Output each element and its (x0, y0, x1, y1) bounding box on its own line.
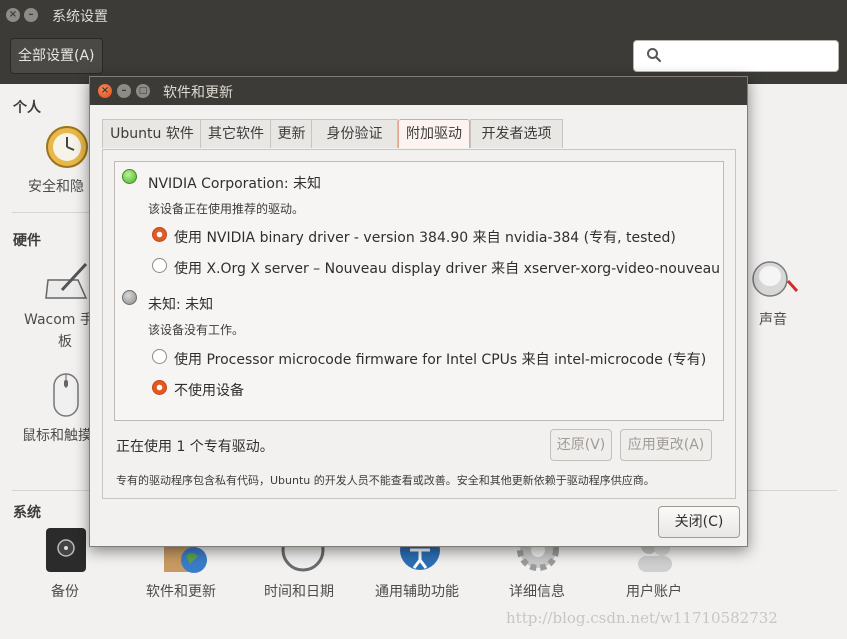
tab-other-software[interactable]: 其它软件 (200, 119, 272, 148)
section-divider (12, 212, 90, 213)
tab-ubuntu-software[interactable]: Ubuntu 软件 (102, 119, 202, 148)
tab-additional-drivers[interactable]: 附加驱动 (398, 119, 470, 148)
privacy-item-label[interactable]: 安全和隐 (28, 176, 84, 196)
accessibility-item-label[interactable]: 通用辅助功能 (375, 581, 459, 601)
apply-changes-button[interactable]: 应用更改(A) (620, 429, 712, 461)
device-status-gray-led-icon (122, 290, 137, 305)
software-updates-item-label[interactable]: 软件和更新 (146, 581, 216, 601)
user-accounts-item-label[interactable]: 用户账户 (626, 581, 682, 601)
backup-item-label[interactable]: 备份 (51, 581, 79, 601)
option-label[interactable]: 使用 X.Org X server – Nouveau display driv… (174, 258, 723, 278)
mouse-icon[interactable] (52, 372, 80, 422)
section-hardware: 硬件 (13, 233, 41, 249)
dialog-titlebar: × – □ 软件和更新 (90, 77, 747, 105)
close-button[interactable]: 关闭(C) (658, 506, 740, 538)
radio-nouveau-driver[interactable] (152, 258, 167, 273)
section-system: 系统 (13, 505, 41, 521)
sound-icon[interactable] (750, 259, 799, 303)
settings-window-title: 系统设置 (52, 9, 108, 25)
search-field[interactable] (633, 40, 839, 72)
driver-list: NVIDIA Corporation: 未知 该设备正在使用推荐的驱动。 使用 … (114, 161, 724, 421)
privacy-icon[interactable] (44, 124, 90, 174)
radio-intel-microcode[interactable] (152, 349, 167, 364)
watermark: http://blog.csdn.net/w11710582732 (506, 609, 778, 627)
minimize-icon[interactable]: – (117, 84, 131, 98)
close-icon[interactable]: × (98, 84, 112, 98)
minimize-icon[interactable]: – (24, 8, 38, 22)
dialog-title: 软件和更新 (163, 85, 233, 101)
search-icon (647, 48, 662, 63)
device-status-green-led-icon (122, 169, 137, 184)
close-icon[interactable]: × (6, 8, 20, 22)
tab-authentication[interactable]: 身份验证 (311, 119, 398, 148)
device-title: NVIDIA Corporation: 未知 (148, 176, 321, 192)
mouse-item-label[interactable]: 鼠标和触摸 (22, 425, 92, 445)
settings-titlebar: × – 系统设置 (0, 0, 847, 30)
proprietary-driver-note: 专有的驱动程序包含私有代码，Ubuntu 的开发人员不能查看或改善。安全和其他更… (116, 474, 655, 487)
driver-status-line: 正在使用 1 个专有驱动。 (116, 439, 274, 455)
backup-safe-icon[interactable] (44, 526, 88, 578)
maximize-icon[interactable]: □ (136, 84, 150, 98)
tab-updates[interactable]: 更新 (270, 119, 313, 148)
additional-drivers-pane: NVIDIA Corporation: 未知 该设备正在使用推荐的驱动。 使用 … (102, 149, 736, 499)
device-title: 未知: 未知 (148, 297, 214, 313)
wacom-item-label[interactable]: Wacom 手 (24, 309, 94, 329)
revert-button[interactable]: 还原(V) (550, 429, 612, 461)
date-time-item-label[interactable]: 时间和日期 (264, 581, 334, 601)
device-status: 该设备没有工作。 (148, 323, 245, 337)
search-input[interactable] (670, 45, 834, 69)
tab-developer-options[interactable]: 开发者选项 (470, 119, 563, 148)
wacom-tablet-icon[interactable] (44, 260, 90, 306)
sound-item-label[interactable]: 声音 (759, 309, 787, 329)
section-personal: 个人 (13, 100, 41, 116)
radio-nvidia-binary-driver[interactable] (152, 227, 167, 242)
option-label[interactable]: 使用 NVIDIA binary driver - version 384.90… (174, 227, 676, 247)
option-label[interactable]: 不使用设备 (174, 380, 244, 400)
details-item-label[interactable]: 详细信息 (509, 581, 565, 601)
wacom-item-label-line2: 板 (58, 334, 72, 350)
all-settings-button[interactable]: 全部设置(A) (10, 38, 103, 74)
radio-do-not-use-device[interactable] (152, 380, 167, 395)
option-label[interactable]: 使用 Processor microcode firmware for Inte… (174, 349, 706, 369)
software-updates-dialog: × – □ 软件和更新 Ubuntu 软件 其它软件 更新 身份验证 附加驱动 … (89, 76, 748, 547)
device-status: 该设备正在使用推荐的驱动。 (148, 202, 305, 216)
